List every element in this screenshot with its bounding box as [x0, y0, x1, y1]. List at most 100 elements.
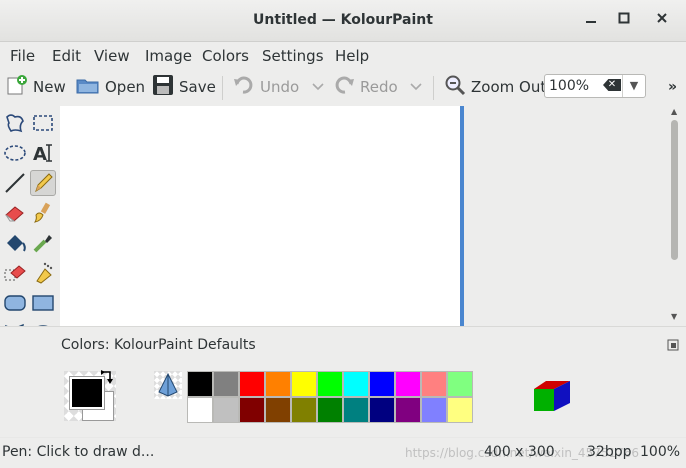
- zoom-combobox[interactable]: 100% ✕ ▼: [544, 74, 646, 98]
- status-message: Pen: Click to draw d...: [2, 444, 155, 460]
- redo-icon: [333, 74, 355, 100]
- palette-color-swatch[interactable]: [265, 371, 291, 397]
- vertical-scrollbar[interactable]: ▲ ▼: [668, 104, 686, 326]
- open-folder-icon: [76, 74, 100, 100]
- flood-fill-tool[interactable]: [2, 230, 28, 256]
- scroll-down-icon[interactable]: ▼: [671, 312, 677, 321]
- palette-color-swatch[interactable]: [369, 397, 395, 423]
- canvas-resize-handle[interactable]: [460, 106, 464, 326]
- color-palette: [187, 371, 475, 425]
- minimize-icon[interactable]: [581, 10, 601, 30]
- menu-view[interactable]: View: [94, 47, 130, 65]
- palette-color-swatch[interactable]: [317, 397, 343, 423]
- swap-colors-icon[interactable]: [100, 369, 116, 389]
- menu-help[interactable]: Help: [335, 47, 369, 65]
- image-dimensions: 400 x 300: [484, 444, 555, 460]
- brush-icon: [33, 202, 51, 223]
- menu-file[interactable]: File: [10, 47, 35, 65]
- palette-color-swatch[interactable]: [421, 371, 447, 397]
- spraycan-icon: [36, 262, 53, 284]
- zoom-out-label: Zoom Out: [471, 78, 547, 96]
- palette-color-swatch[interactable]: [291, 397, 317, 423]
- undo-button[interactable]: Undo: [233, 76, 299, 98]
- palette-color-swatch[interactable]: [343, 371, 369, 397]
- open-button[interactable]: Open: [76, 76, 145, 98]
- palette-color-swatch[interactable]: [343, 397, 369, 423]
- spraycan-tool[interactable]: [30, 260, 56, 286]
- eraser-tool[interactable]: [2, 200, 28, 226]
- new-button[interactable]: New: [6, 74, 66, 100]
- drawing-canvas[interactable]: [60, 106, 460, 326]
- palette-color-swatch[interactable]: [317, 371, 343, 397]
- svg-text:A: A: [33, 144, 47, 165]
- text-tool[interactable]: A: [30, 140, 56, 166]
- undock-icon[interactable]: [667, 339, 679, 355]
- menu-image[interactable]: Image: [145, 47, 192, 65]
- color-cube-icon[interactable]: [530, 377, 574, 421]
- redo-button[interactable]: Redo: [333, 76, 398, 98]
- toolbar-separator: [222, 76, 223, 100]
- clear-icon[interactable]: ✕: [603, 79, 621, 91]
- eyedropper-icon: [33, 235, 52, 253]
- save-button[interactable]: Save: [152, 75, 216, 98]
- color-depth: 32bpp: [587, 444, 632, 460]
- menu-edit[interactable]: Edit: [52, 47, 81, 65]
- free-form-selection-tool[interactable]: [2, 110, 28, 136]
- rounded-rectangle-tool[interactable]: [2, 290, 28, 316]
- palette-color-swatch[interactable]: [369, 371, 395, 397]
- pen-tool[interactable]: [30, 170, 56, 196]
- new-document-icon: [6, 74, 28, 100]
- palette-color-swatch[interactable]: [421, 397, 447, 423]
- color-picker-tool[interactable]: [30, 230, 56, 256]
- menu-settings[interactable]: Settings: [262, 47, 324, 65]
- zoom-out-button[interactable]: Zoom Out: [444, 74, 547, 100]
- menu-colors[interactable]: Colors: [202, 47, 249, 65]
- brush-tool[interactable]: [30, 200, 56, 226]
- scroll-up-icon[interactable]: ▲: [671, 107, 677, 116]
- scrollbar-thumb[interactable]: [671, 120, 678, 260]
- undo-label: Undo: [260, 78, 300, 96]
- color-box: Colors: KolourPaint Defaults: [0, 326, 686, 437]
- palette-color-swatch[interactable]: [291, 371, 317, 397]
- chevron-down-icon[interactable]: ▼: [622, 75, 645, 97]
- status-bar: Pen: Click to draw d... https://blog.csd…: [0, 438, 686, 468]
- rectangular-selection-tool[interactable]: [30, 110, 56, 136]
- zoom-input[interactable]: 100%: [549, 78, 589, 94]
- ellipse-select-icon: [4, 145, 26, 161]
- close-icon[interactable]: [652, 10, 672, 30]
- palette-color-swatch[interactable]: [187, 397, 213, 423]
- rectangle-icon: [32, 295, 54, 311]
- redo-dropdown[interactable]: [410, 76, 422, 98]
- line-tool[interactable]: [2, 170, 28, 196]
- color-selector: [64, 369, 116, 421]
- color-similarity-button[interactable]: [154, 371, 182, 399]
- lasso-icon: [6, 114, 24, 133]
- palette-color-swatch[interactable]: [395, 371, 421, 397]
- rect-select-icon: [33, 115, 53, 131]
- color-similarity-icon: [158, 372, 178, 397]
- foreground-color-swatch[interactable]: [69, 376, 105, 410]
- text-icon: A: [33, 144, 52, 165]
- rectangle-tool[interactable]: [30, 290, 56, 316]
- paint-bucket-icon: [7, 235, 26, 252]
- elliptical-selection-tool[interactable]: [2, 140, 28, 166]
- zoom-out-icon: [444, 74, 466, 100]
- color-eraser-tool[interactable]: [2, 260, 28, 286]
- palette-color-swatch[interactable]: [239, 397, 265, 423]
- palette-color-swatch[interactable]: [447, 371, 473, 397]
- menu-bar: File Edit View Image Colors Settings Hel…: [0, 42, 686, 70]
- maximize-icon[interactable]: [614, 10, 634, 30]
- toolbar-overflow-button[interactable]: »: [668, 79, 677, 95]
- palette-color-swatch[interactable]: [187, 371, 213, 397]
- palette-color-swatch[interactable]: [265, 397, 291, 423]
- pencil-icon: [35, 173, 53, 193]
- undo-dropdown[interactable]: [312, 76, 324, 98]
- rounded-rect-icon: [4, 295, 26, 311]
- palette-color-swatch[interactable]: [447, 397, 473, 423]
- palette-color-swatch[interactable]: [239, 371, 265, 397]
- color-box-label: Colors: KolourPaint Defaults: [61, 337, 256, 353]
- palette-color-swatch[interactable]: [213, 371, 239, 397]
- color-eraser-icon: [4, 265, 26, 281]
- palette-color-swatch[interactable]: [395, 397, 421, 423]
- palette-color-swatch[interactable]: [213, 397, 239, 423]
